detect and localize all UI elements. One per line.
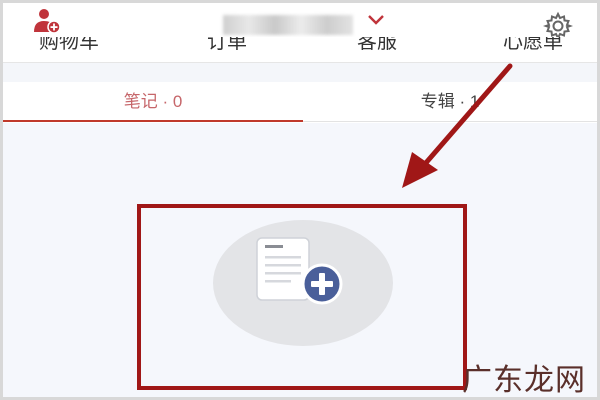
menu-item-cart[interactable]: 购物车 bbox=[39, 37, 99, 54]
add-user-icon[interactable] bbox=[33, 8, 61, 34]
account-name-blurred[interactable] bbox=[223, 15, 353, 35]
tab-notes[interactable]: 笔记 · 0 bbox=[3, 82, 303, 122]
top-bar bbox=[3, 3, 597, 41]
site-watermark: 广东龙网 bbox=[462, 363, 586, 398]
menu-item-service[interactable]: 客服 bbox=[357, 37, 397, 54]
menu-item-wishlist[interactable]: 心愿单 bbox=[503, 37, 563, 54]
annotation-arrow-icon bbox=[402, 63, 513, 188]
menu-item-orders[interactable]: 订单 bbox=[207, 37, 247, 54]
quick-menu-row: 购物车 订单 客服 心愿单 bbox=[3, 37, 597, 61]
annotation-highlight-box bbox=[137, 204, 467, 390]
chevron-down-icon[interactable] bbox=[367, 14, 385, 26]
active-tab-indicator bbox=[3, 120, 303, 122]
